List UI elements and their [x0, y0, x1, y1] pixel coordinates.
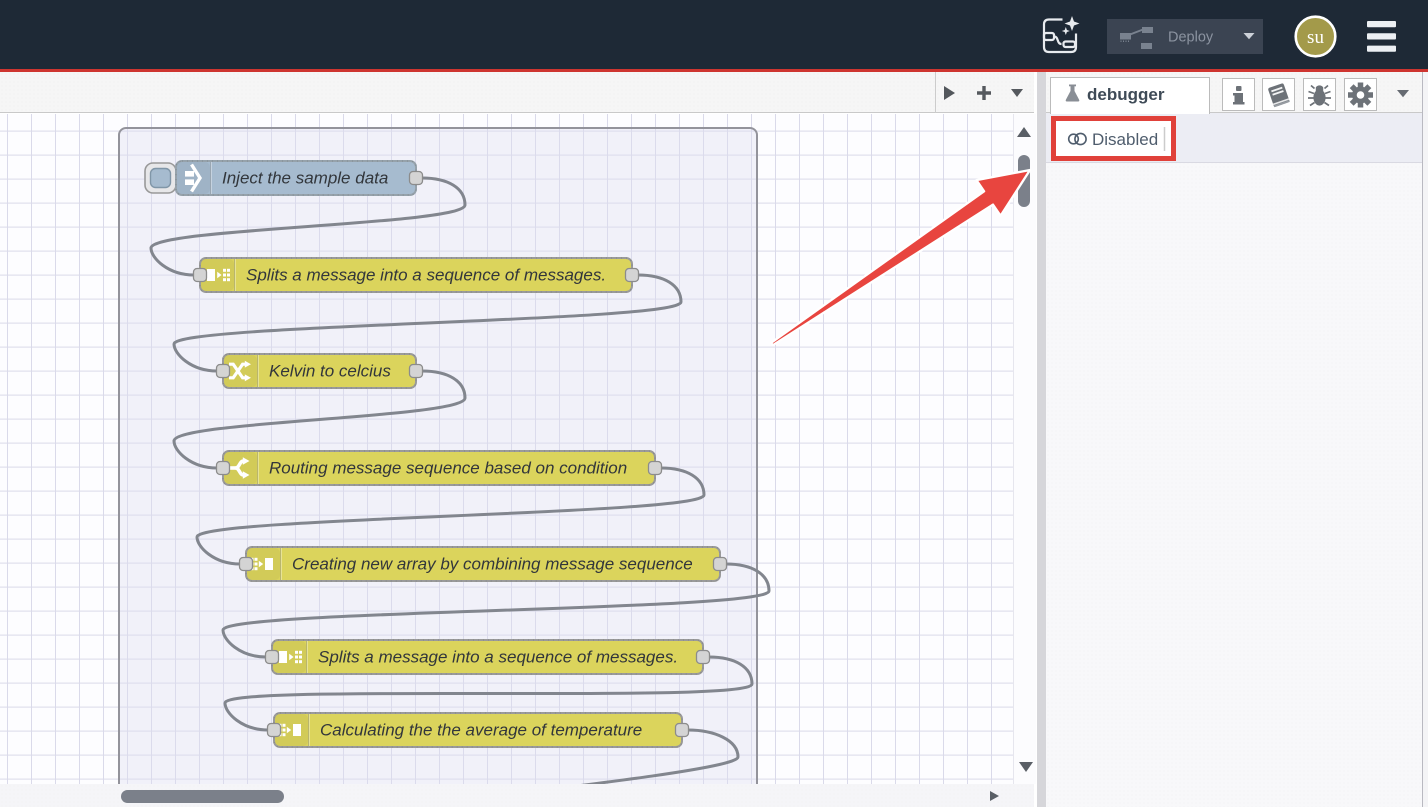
svg-text:Routing message sequence based: Routing message sequence based on condit…: [269, 459, 627, 478]
svg-text:Splits a message into a sequen: Splits a message into a sequence of mess…: [246, 266, 606, 285]
svg-text:Creating new array by combinin: Creating new array by combining message …: [292, 555, 693, 574]
svg-text:Deploy: Deploy: [1168, 30, 1214, 46]
svg-text:Kelvin to celcius: Kelvin to celcius: [269, 362, 391, 381]
svg-text:Splits a message into a sequen: Splits a message into a sequence of mess…: [318, 648, 678, 667]
svg-text:Calculating the the average of: Calculating the the average of temperatu…: [320, 721, 642, 740]
svg-text:debugger: debugger: [1087, 85, 1165, 104]
svg-text:Inject the sample data: Inject the sample data: [222, 169, 388, 188]
svg-text:su: su: [1307, 27, 1324, 48]
svg-text:Disabled: Disabled: [1092, 130, 1158, 149]
